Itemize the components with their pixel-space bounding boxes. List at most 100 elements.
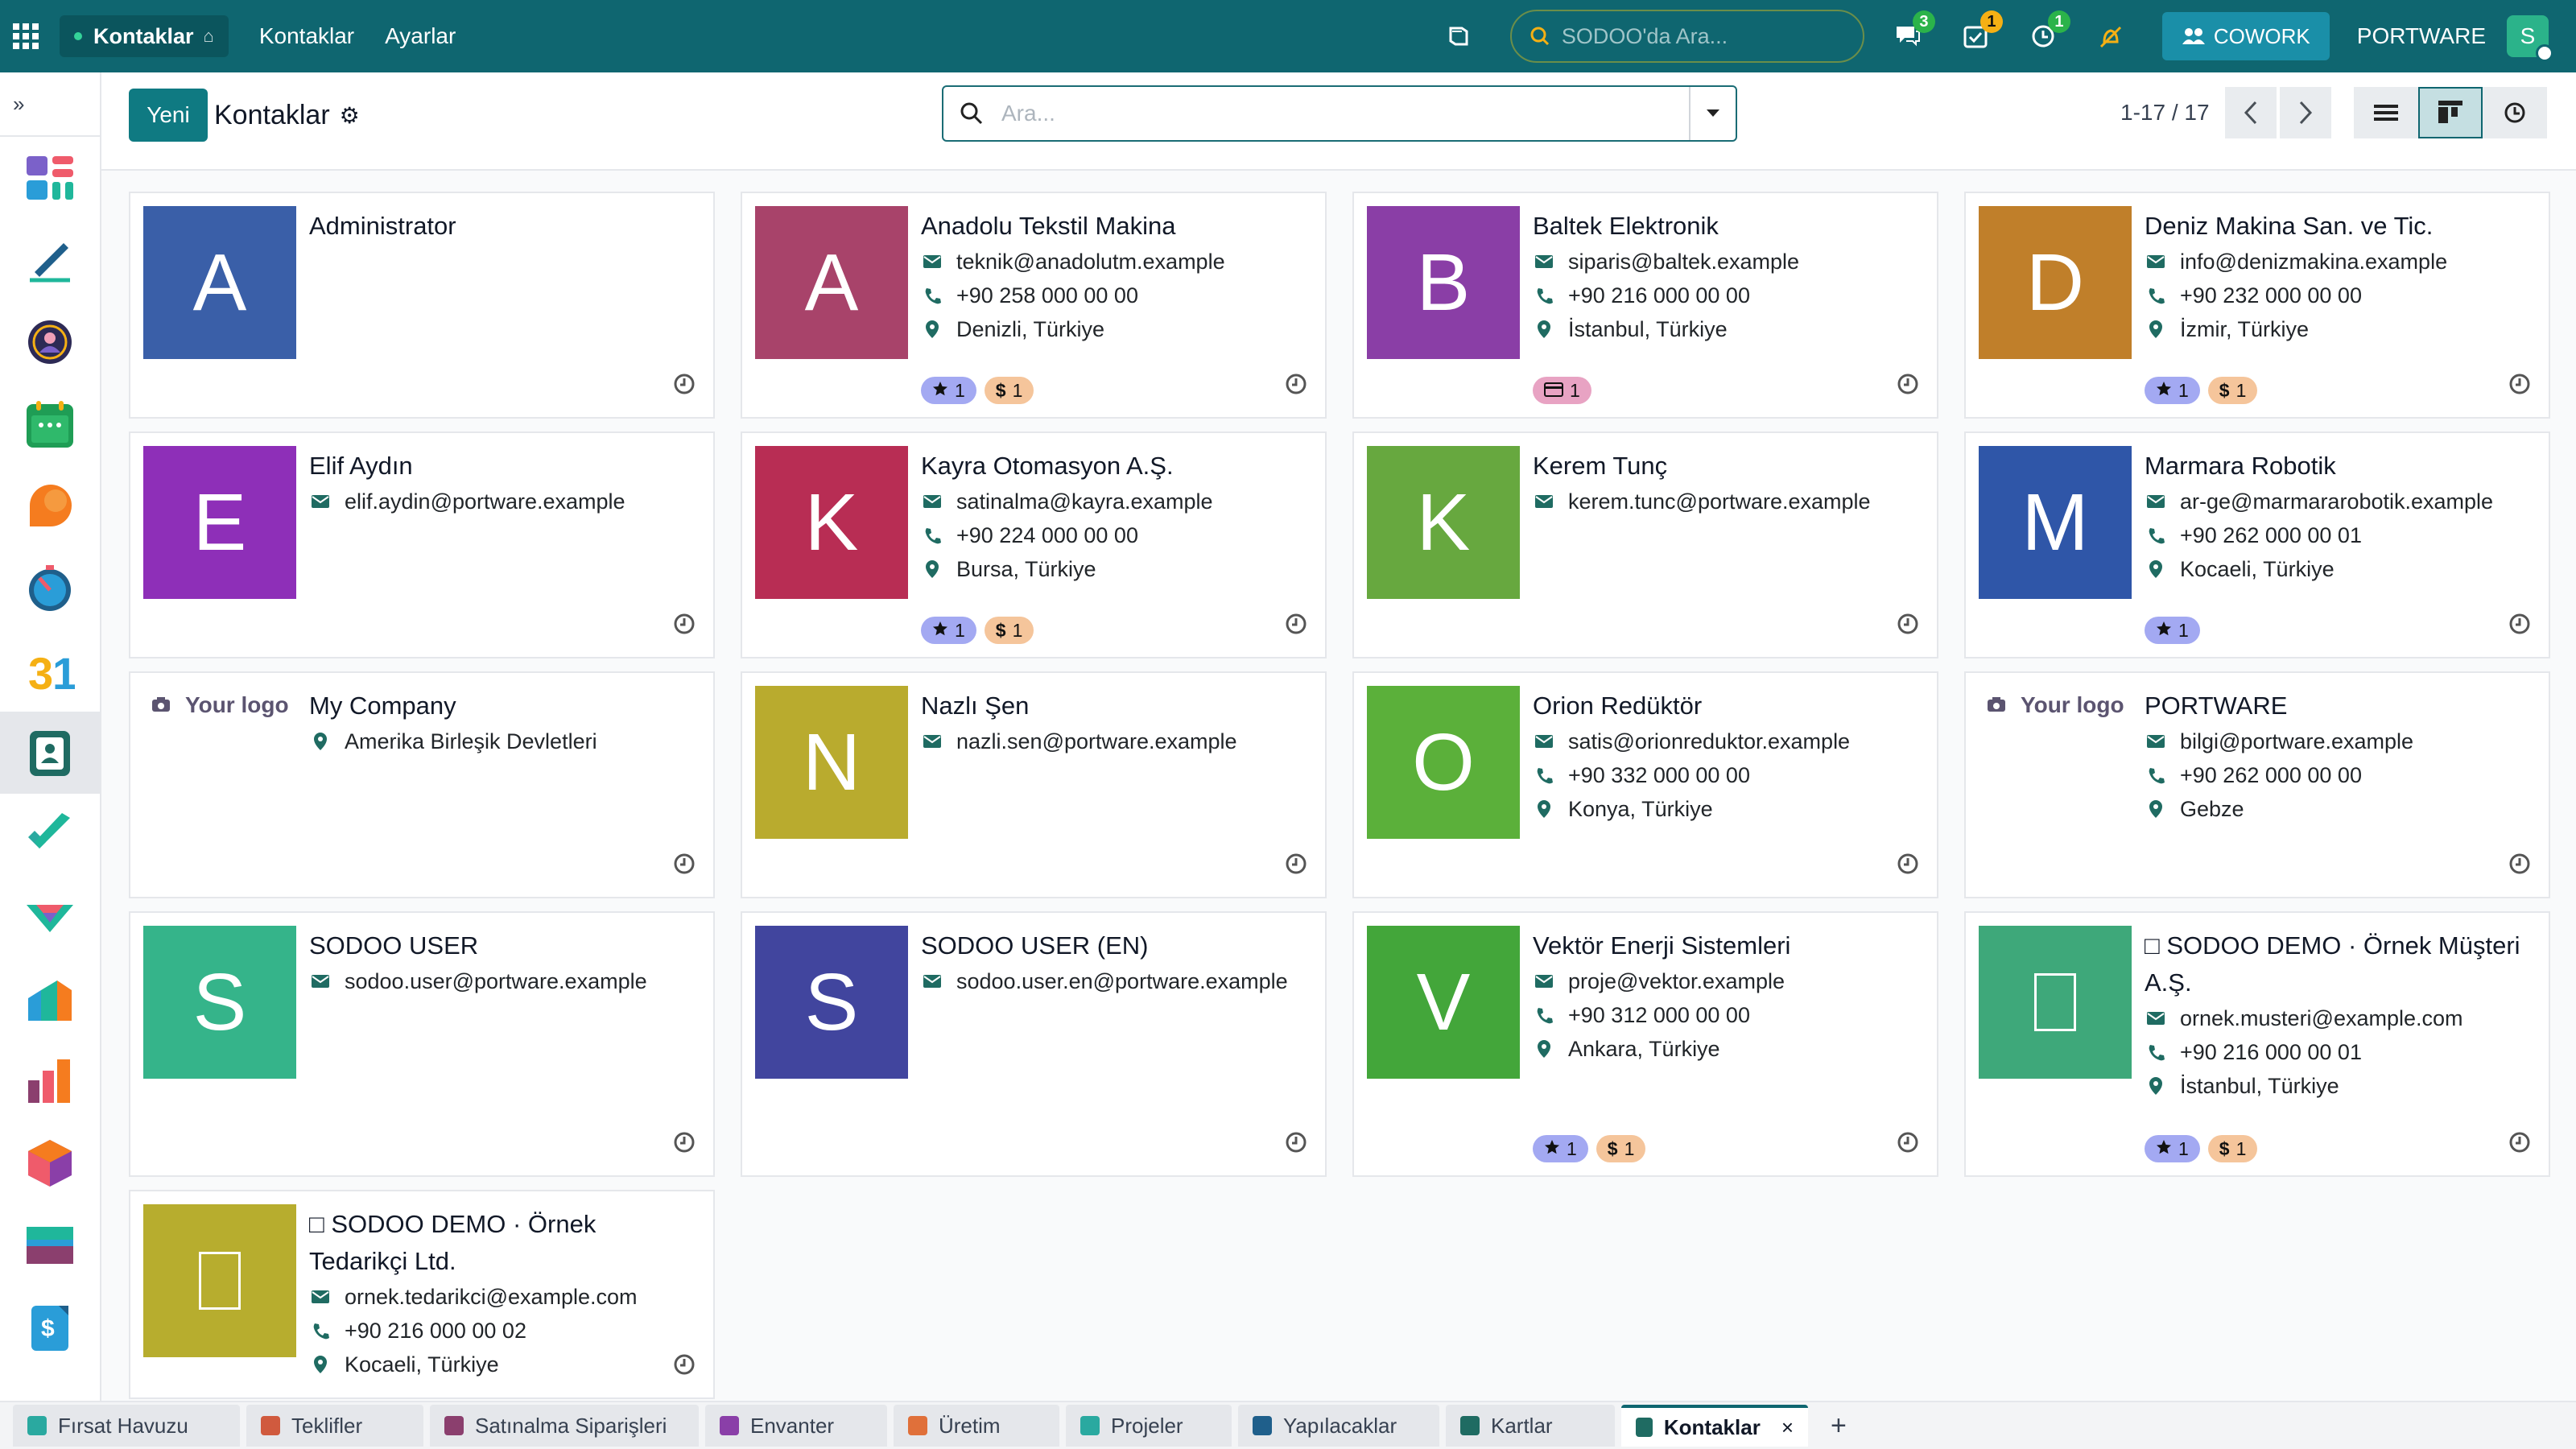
star-tag[interactable]: 1 <box>2145 617 2200 644</box>
activity-clock-icon[interactable] <box>1897 852 1919 879</box>
brand-home[interactable]: Kontaklar ⌂ <box>60 15 229 57</box>
contact-card[interactable]: N Nazlı Şen nazli.sen@portware.example <box>741 671 1327 898</box>
sidebar-app-discuss[interactable] <box>0 465 100 547</box>
activity-clock-icon[interactable] <box>673 613 696 639</box>
contact-card[interactable]: E Elif Aydın elif.aydin@portware.example <box>129 431 715 658</box>
activity-clock-icon[interactable] <box>673 1353 696 1380</box>
close-icon[interactable]: × <box>1781 1415 1794 1440</box>
bottom-tab[interactable]: Teklifler <box>246 1405 423 1447</box>
sidebar-app-crm[interactable] <box>0 876 100 958</box>
contact-tags: 1 <box>2145 617 2208 644</box>
view-activity-button[interactable] <box>2483 87 2547 138</box>
sidebar-app-sales[interactable] <box>0 958 100 1040</box>
dollar-tag[interactable]: $1 <box>2207 377 2258 404</box>
apps-menu-button[interactable] <box>0 0 52 72</box>
view-list-button[interactable] <box>2354 87 2418 138</box>
sidebar-app-dashboards[interactable] <box>0 137 100 219</box>
sidebar-app-calendar[interactable] <box>0 383 100 465</box>
bottom-tab[interactable]: Envanter <box>705 1405 887 1447</box>
star-tag[interactable]: 1 <box>921 377 976 404</box>
dollar-tag[interactable]: $1 <box>2207 1135 2258 1162</box>
activity-clock-icon[interactable] <box>2508 373 2531 399</box>
bottom-tab[interactable]: Fırsat Havuzu <box>13 1405 240 1447</box>
star-tag[interactable]: 1 <box>921 617 976 644</box>
bottom-tab[interactable]: Satınalma Siparişleri <box>430 1405 699 1447</box>
search-bar[interactable] <box>942 85 1737 142</box>
sidebar-app-purchase[interactable] <box>0 1204 100 1286</box>
sidebar-app-calendar-31[interactable]: 31 <box>0 630 100 712</box>
bottom-tab[interactable]: Projeler <box>1066 1405 1232 1447</box>
contact-card[interactable]: B Baltek Elektronik siparis@baltek.example… <box>1352 192 1938 419</box>
star-tag[interactable]: 1 <box>2145 377 2200 404</box>
contact-card[interactable]: Your logo My Company Amerika Birleşik Devl… <box>129 671 715 898</box>
contact-card[interactable]: K Kayra Otomasyon A.Ş. satinalma@kayra.exa… <box>741 431 1327 658</box>
card-tag[interactable]: 1 <box>1533 377 1591 404</box>
book-icon[interactable] <box>1443 20 1475 52</box>
activities-icon[interactable]: 1 <box>1959 10 2003 52</box>
bell-off-icon[interactable] <box>2095 20 2127 52</box>
bottom-tab[interactable]: Yapılacaklar <box>1238 1405 1439 1447</box>
pager-value[interactable]: 1-17 / 17 <box>2120 100 2210 126</box>
contact-card[interactable]: M Marmara Robotik ar-ge@marmararobotik.exa… <box>1964 431 2550 658</box>
contact-card[interactable]: V Vektör Enerji Sistemleri proje@vektor.ex… <box>1352 911 1938 1177</box>
global-search[interactable]: SODOO'da Ara... <box>1509 10 1864 63</box>
add-tab-button[interactable]: + <box>1831 1410 1847 1442</box>
activity-clock-icon[interactable] <box>1285 373 1307 399</box>
sidebar-toggle[interactable]: » <box>0 72 100 137</box>
contact-card[interactable]: □ SODOO DEMO · Örnek Tedarikçi Ltd. ornek… <box>129 1190 715 1399</box>
activity-clock-icon[interactable] <box>1285 852 1307 879</box>
bottom-tab[interactable]: Üretim <box>894 1405 1059 1447</box>
view-kanban-button[interactable] <box>2418 87 2483 138</box>
activity-clock-icon[interactable] <box>1285 1131 1307 1158</box>
activity-clock-icon[interactable] <box>673 1131 696 1158</box>
bottom-tab[interactable]: Kontaklar × <box>1621 1405 1808 1447</box>
sidebar-app-crm-users[interactable] <box>0 301 100 383</box>
contact-card[interactable]: A Administrator <box>129 192 715 419</box>
star-tag[interactable]: 1 <box>2145 1135 2200 1162</box>
activity-clock-icon[interactable] <box>2508 613 2531 639</box>
gear-icon[interactable]: ⚙ <box>340 102 360 129</box>
activity-clock-icon[interactable] <box>1897 373 1919 399</box>
activity-clock-icon[interactable] <box>673 852 696 879</box>
search-options-toggle[interactable] <box>1689 87 1736 140</box>
dollar-tag[interactable]: $1 <box>984 377 1034 404</box>
contact-card[interactable]: Your logo PORTWARE bilgi@portware.example +… <box>1964 671 2550 898</box>
sidebar-app-manufacturing[interactable] <box>0 1040 100 1122</box>
dollar-tag[interactable]: $1 <box>984 617 1034 644</box>
activity-clock-icon[interactable] <box>2508 852 2531 879</box>
sidebar-app-accounting[interactable]: $ <box>0 1286 100 1368</box>
contact-info: □ SODOO DEMO · Örnek Tedarikçi Ltd. ornek… <box>309 1206 700 1381</box>
activity-clock-icon[interactable] <box>673 373 696 399</box>
dollar-tag[interactable]: $1 <box>1596 1135 1646 1162</box>
new-button[interactable]: Yeni <box>129 89 208 142</box>
sidebar-app-contacts[interactable] <box>0 712 100 794</box>
pager-previous[interactable] <box>2225 87 2277 138</box>
activity-clock-icon[interactable] <box>1897 613 1919 639</box>
user-avatar[interactable]: S <box>2507 15 2553 62</box>
sidebar-app-timesheets[interactable] <box>0 547 100 630</box>
activity-clock-icon[interactable] <box>1897 1131 1919 1158</box>
pager-next[interactable] <box>2280 87 2331 138</box>
contact-card[interactable]: A Anadolu Tekstil Makina teknik@anadolutm.… <box>741 192 1327 419</box>
contact-card[interactable]: O Orion Redüktör satis@orionreduktor.examp… <box>1352 671 1938 898</box>
contact-card[interactable]: K Kerem Tunç kerem.tunc@portware.example <box>1352 431 1938 658</box>
bottom-tab[interactable]: Kartlar <box>1446 1405 1615 1447</box>
sidebar-app-todo[interactable] <box>0 794 100 876</box>
contact-card[interactable]: □ SODOO DEMO · Örnek Müşteri A.Ş. ornek.m… <box>1964 911 2550 1177</box>
timer-icon[interactable]: 1 <box>2027 10 2070 52</box>
activity-clock-icon[interactable] <box>1285 613 1307 639</box>
menu-contacts[interactable]: Kontaklar <box>259 23 354 49</box>
company-switcher[interactable]: PORTWARE <box>2357 23 2486 49</box>
menu-settings[interactable]: Ayarlar <box>385 23 456 49</box>
contact-card[interactable]: S SODOO USER sodoo.user@portware.example <box>129 911 715 1177</box>
contact-name: Anadolu Tekstil Makina <box>921 212 1176 240</box>
contact-card[interactable]: D Deniz Makina San. ve Tic. info@denizmaki… <box>1964 192 2550 419</box>
activity-clock-icon[interactable] <box>2508 1131 2531 1158</box>
sidebar-app-inventory[interactable] <box>0 1122 100 1204</box>
sidebar-app-sign[interactable] <box>0 219 100 301</box>
messages-icon[interactable]: 3 <box>1892 10 1935 52</box>
search-input[interactable] <box>1001 101 1662 126</box>
star-tag[interactable]: 1 <box>1533 1135 1588 1162</box>
cowork-button[interactable]: COWORK <box>2161 12 2330 60</box>
contact-card[interactable]: S SODOO USER (EN) sodoo.user.en@portware.e… <box>741 911 1327 1177</box>
